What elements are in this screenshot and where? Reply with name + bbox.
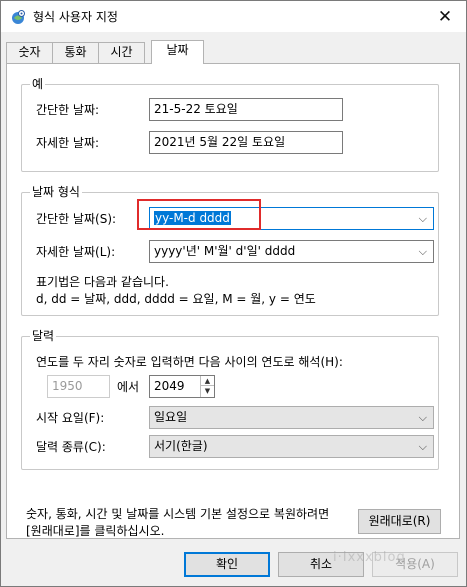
year-to-value: 2049: [154, 379, 185, 393]
year-from-field: 1950: [47, 375, 110, 398]
window-title: 형식 사용자 지정: [33, 10, 118, 24]
chevron-down-icon: ⌵: [418, 411, 427, 424]
first-day-value: 일요일: [154, 410, 188, 424]
calendar-type-value: 서기(한글): [154, 439, 208, 453]
reset-description-line2: [원래대로]를 클릭하십시오.: [26, 524, 165, 538]
customize-format-dialog: 형식 사용자 지정 ✕ 숫자 통화 시간 날짜 예 간단한 날짜: 21-5-2…: [0, 0, 467, 587]
example-long-value: 2021년 5월 22일 토요일: [149, 131, 343, 154]
notation-legend: d, dd = 날짜, ddd, dddd = 요일, M = 월, y = 연…: [36, 292, 316, 306]
example-group-label: 예: [30, 76, 46, 92]
spin-down-icon[interactable]: ▼: [201, 386, 214, 396]
ok-button[interactable]: 확인: [184, 552, 270, 577]
tab-date[interactable]: 날짜: [151, 40, 204, 64]
title-bar: 형식 사용자 지정 ✕: [1, 1, 466, 32]
close-icon[interactable]: ✕: [434, 6, 456, 28]
date-tab-panel: 예 간단한 날짜: 21-5-22 토요일 자세한 날짜: 2021년 5월 2…: [6, 63, 460, 539]
chevron-down-icon: ⌵: [418, 212, 427, 225]
chevron-down-icon: ⌵: [418, 440, 427, 453]
example-long-label: 자세한 날짜:: [36, 136, 100, 150]
tab-currency[interactable]: 통화: [52, 42, 99, 63]
tab-time[interactable]: 시간: [98, 42, 145, 63]
date-format-group-label: 날짜 형식: [30, 184, 82, 200]
long-date-format-value: yyyy'년' M'월' d'일' dddd: [154, 244, 296, 258]
two-digit-year-label: 연도를 두 자리 숫자로 입력하면 다음 사이의 연도로 해석(H):: [36, 355, 343, 369]
long-date-label: 자세한 날짜(L):: [36, 245, 116, 259]
short-date-format-combo[interactable]: yy-M-d dddd ⌵: [149, 207, 434, 230]
cancel-button[interactable]: 취소: [278, 552, 364, 577]
reset-button[interactable]: 원래대로(R): [358, 509, 441, 534]
spin-up-icon[interactable]: ▲: [201, 376, 214, 386]
year-range-separator: 에서: [117, 380, 140, 394]
chevron-down-icon: ⌵: [418, 245, 427, 258]
apply-button: 적용(A): [372, 552, 458, 577]
calendar-group-label: 달력: [30, 328, 57, 344]
first-day-combo[interactable]: 일요일 ⌵: [149, 406, 434, 429]
example-short-value: 21-5-22 토요일: [149, 98, 343, 121]
reset-description-line1: 숫자, 통화, 시간 및 날짜를 시스템 기본 설정으로 복원하려면: [26, 507, 330, 521]
year-to-spinner[interactable]: 2049 ▲ ▼: [149, 375, 215, 398]
first-day-label: 시작 요일(F):: [36, 411, 105, 425]
short-date-label: 간단한 날짜(S):: [36, 212, 117, 226]
calendar-type-label: 달력 종류(C):: [36, 440, 106, 454]
calendar-type-combo[interactable]: 서기(한글) ⌵: [149, 435, 434, 458]
long-date-format-combo[interactable]: yyyy'년' M'월' d'일' dddd ⌵: [149, 240, 434, 263]
spinner-buttons: ▲ ▼: [200, 376, 214, 397]
tab-number[interactable]: 숫자: [6, 42, 53, 63]
example-short-label: 간단한 날짜:: [36, 103, 100, 117]
notation-heading: 표기법은 다음과 같습니다.: [36, 275, 169, 289]
region-settings-icon: [12, 10, 25, 24]
short-date-format-value: yy-M-d dddd: [154, 211, 231, 225]
